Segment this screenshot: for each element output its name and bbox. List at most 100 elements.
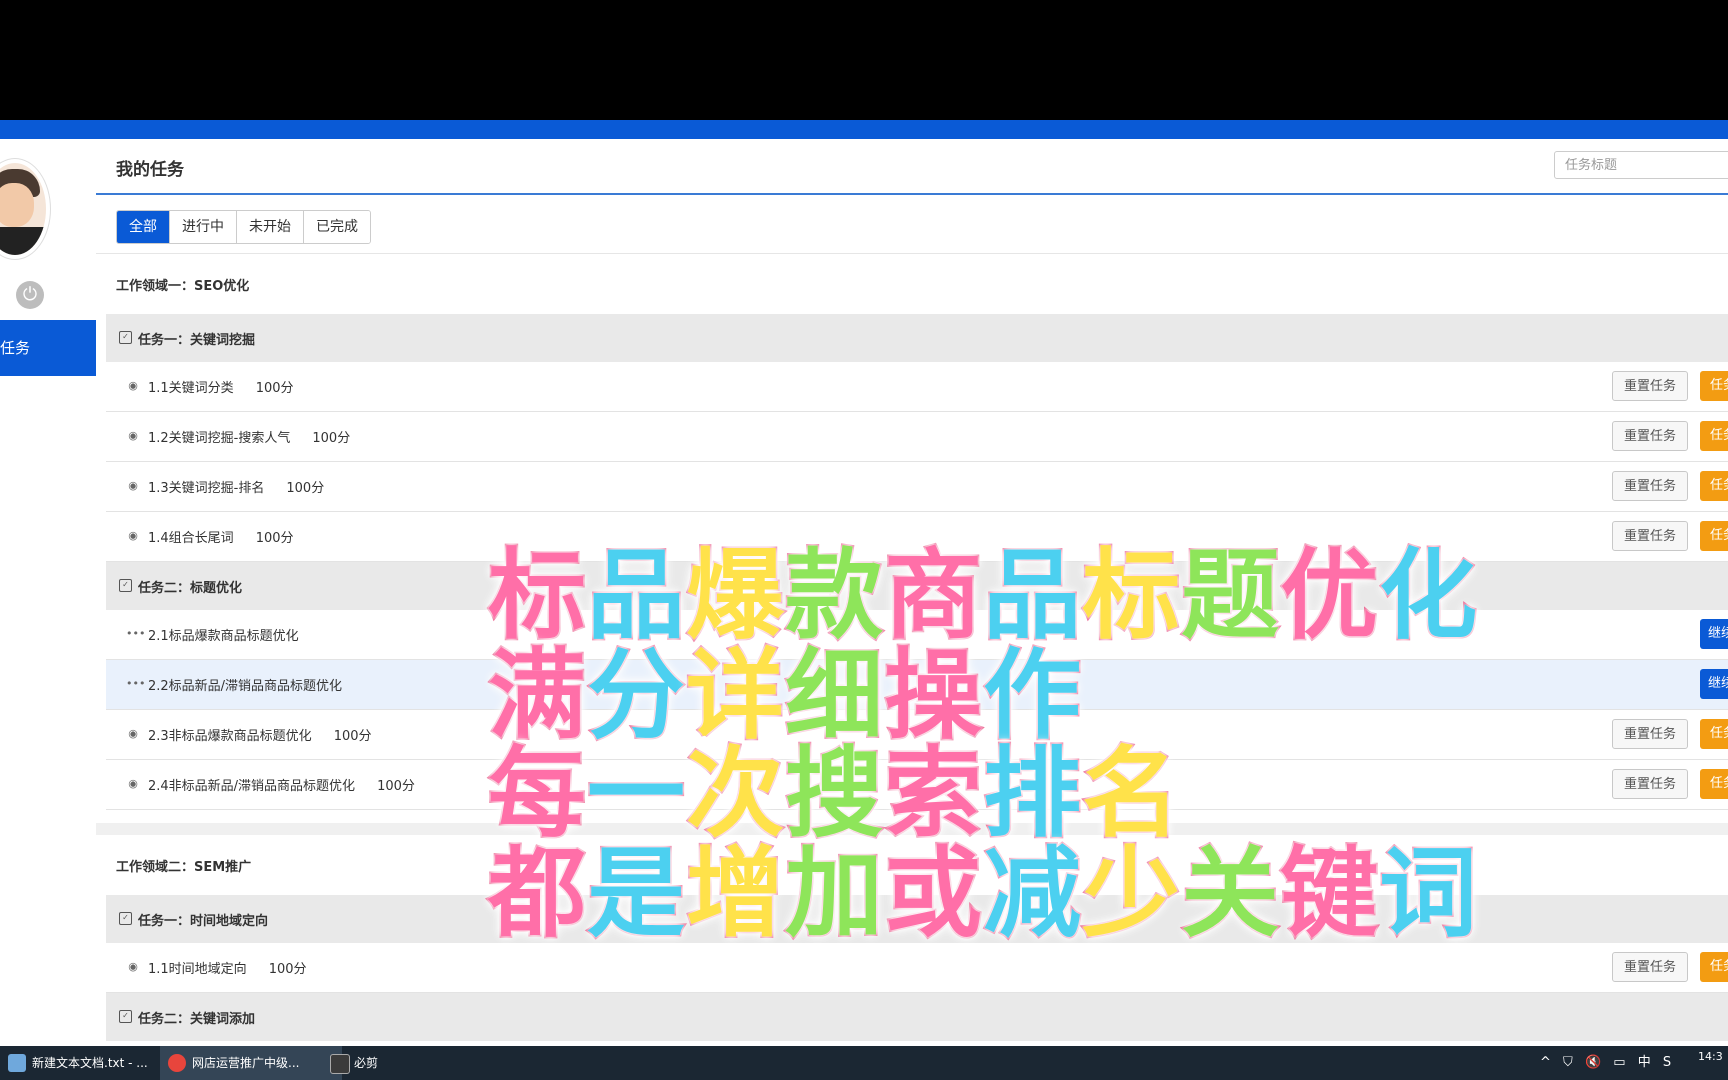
task-title: 2.1标品爆款商品标题优化: [148, 629, 299, 644]
system-tray: ^ ⛉ 🔇 ▭ 中 S: [1540, 1046, 1679, 1080]
sidebar-item-tasks[interactable]: 任务: [0, 320, 96, 376]
task-score: 100分: [255, 381, 294, 396]
task-row[interactable]: ◉ 1.4组合长尾词100分 重置任务 任务: [106, 512, 1728, 562]
page-title: 我的任务: [116, 160, 184, 180]
task-title: 2.2标品新品/滞销品商品标题优化: [148, 679, 343, 694]
reset-task-button[interactable]: 重置任务: [1612, 952, 1688, 982]
task-group-label: 任务二：关键词添加: [138, 1012, 256, 1027]
bijian-icon: [330, 1054, 350, 1074]
video-letterbox-top: [0, 0, 1728, 120]
task-group[interactable]: ✓ 任务二：关键词添加: [106, 993, 1728, 1041]
shield-icon[interactable]: ⛉: [1563, 1055, 1573, 1070]
task-row[interactable]: ◉ 2.3非标品爆款商品标题优化100分 重置任务 任务: [106, 710, 1728, 760]
task-action-button[interactable]: 任务: [1700, 769, 1728, 799]
task-title: 2.3非标品爆款商品标题优化 100分: [148, 729, 372, 744]
task-row[interactable]: ••• 2.2标品新品/滞销品商品标题优化 继续: [106, 660, 1728, 710]
chrome-icon: [168, 1054, 186, 1072]
eye-icon: ◉: [128, 529, 138, 542]
task-group-label: 任务二：标题优化: [138, 581, 243, 596]
network-icon[interactable]: ▭: [1613, 1055, 1625, 1070]
task-score: 100分: [333, 729, 372, 744]
task-title: 1.1关键词分类 100分: [148, 381, 294, 396]
tray-expand-icon[interactable]: ^: [1540, 1055, 1551, 1070]
divider: [96, 253, 1728, 254]
input-method-indicator[interactable]: 中: [1638, 1055, 1651, 1070]
sidebar-item-label: 任务: [0, 339, 31, 357]
task-group[interactable]: ✓ 任务二：标题优化: [106, 562, 1728, 610]
task-score: 100分: [377, 779, 415, 794]
task-score: 100分: [268, 962, 307, 977]
task-title: 1.1时间地域定向 100分: [148, 962, 307, 977]
search-input[interactable]: 任务标题: [1554, 151, 1728, 179]
reset-task-button[interactable]: 重置任务: [1612, 421, 1688, 451]
more-dots-icon: •••: [126, 627, 146, 640]
tab-not-started[interactable]: 未开始: [237, 211, 304, 243]
eye-icon: ◉: [128, 479, 138, 492]
task-title: 2.4非标品新品/滞销品商品标题优化 100分: [148, 779, 415, 794]
task-group[interactable]: ✓ 任务一：关键词挖掘: [106, 314, 1728, 362]
calendar-check-icon: ✓: [119, 1010, 132, 1023]
task-action-button[interactable]: 任务: [1700, 471, 1728, 501]
sidebar: ⏻ 任务: [0, 139, 97, 1046]
reset-task-button[interactable]: 重置任务: [1612, 769, 1688, 799]
reset-task-button[interactable]: 重置任务: [1612, 719, 1688, 749]
taskbar-item-notepad[interactable]: 新建文本文档.txt - ...: [0, 1046, 182, 1080]
task-row[interactable]: ◉ 2.4非标品新品/滞销品商品标题优化100分 重置任务 任务: [106, 760, 1728, 810]
eye-icon: ◉: [128, 429, 138, 442]
eye-icon: ◉: [128, 777, 138, 790]
page-header: 我的任务 任务标题: [96, 139, 1728, 195]
reset-task-button[interactable]: 重置任务: [1612, 521, 1688, 551]
eye-icon: ◉: [128, 727, 138, 740]
avatar-suit: [0, 227, 46, 255]
continue-button[interactable]: 继续: [1700, 669, 1728, 699]
tab-in-progress[interactable]: 进行中: [170, 211, 237, 243]
more-dots-icon: •••: [126, 677, 146, 690]
task-score: 100分: [255, 531, 294, 546]
task-row[interactable]: ••• 2.1标品爆款商品标题优化 继续: [106, 610, 1728, 660]
task-row[interactable]: ◉ 1.1时间地域定向100分 重置任务 任务: [106, 943, 1728, 993]
task-group-label: 任务一：时间地域定向: [138, 914, 269, 929]
task-action-button[interactable]: 任务: [1700, 521, 1728, 551]
task-action-button[interactable]: 任务: [1700, 371, 1728, 401]
reset-task-button[interactable]: 重置任务: [1612, 371, 1688, 401]
avatar[interactable]: [0, 159, 50, 259]
domain-title: 工作领域二：SEM推广: [116, 860, 252, 875]
reset-task-button[interactable]: 重置任务: [1612, 471, 1688, 501]
eye-icon: ◉: [128, 960, 138, 973]
clock[interactable]: 14:3: [1698, 1050, 1723, 1063]
tab-all[interactable]: 全部: [117, 211, 170, 243]
calendar-check-icon: ✓: [119, 331, 132, 344]
app-top-bar: [0, 120, 1728, 139]
calendar-check-icon: ✓: [119, 912, 132, 925]
avatar-face: [0, 183, 34, 227]
task-title: 1.2关键词挖掘-搜索人气 100分: [148, 431, 351, 446]
task-score: 100分: [312, 431, 351, 446]
power-icon[interactable]: ⏻: [16, 281, 44, 309]
calendar-check-icon: ✓: [119, 579, 132, 592]
continue-button[interactable]: 继续: [1700, 619, 1728, 649]
task-title: 1.3关键词挖掘-排名 100分: [148, 481, 325, 496]
app-window: ⏻ 任务 我的任务 任务标题 全部 进行中 未开始 已完成 工作领域一：SEO优…: [0, 139, 1728, 1046]
task-action-button[interactable]: 任务: [1700, 421, 1728, 451]
taskbar-item-chrome[interactable]: 网店运营推广中级...: [160, 1046, 342, 1080]
filter-tabs: 全部 进行中 未开始 已完成: [116, 210, 371, 244]
task-row[interactable]: ◉ 1.1关键词分类100分 重置任务 任务: [106, 362, 1728, 412]
task-row[interactable]: ◉ 1.3关键词挖掘-排名100分 重置任务 任务: [106, 462, 1728, 512]
volume-muted-icon[interactable]: 🔇: [1585, 1055, 1601, 1070]
task-action-button[interactable]: 任务: [1700, 952, 1728, 982]
task-group[interactable]: ✓ 任务一：时间地域定向: [106, 895, 1728, 943]
tab-completed[interactable]: 已完成: [304, 211, 370, 243]
task-group-label: 任务一：关键词挖掘: [138, 333, 256, 348]
eye-icon: ◉: [128, 379, 138, 392]
section-gap: [96, 823, 1728, 835]
sogou-icon[interactable]: S: [1663, 1055, 1671, 1070]
notepad-icon: [8, 1054, 26, 1072]
windows-taskbar: 新建文本文档.txt - ... 网店运营推广中级... 必剪 ^ ⛉ 🔇 ▭ …: [0, 1046, 1728, 1080]
main-panel: 我的任务 任务标题 全部 进行中 未开始 已完成 工作领域一：SEO优化 ✓ 任…: [96, 139, 1728, 1046]
task-title: 1.4组合长尾词 100分: [148, 531, 294, 546]
task-score: 100分: [286, 481, 325, 496]
taskbar-item-bijian[interactable]: 必剪: [322, 1046, 434, 1080]
task-row[interactable]: ◉ 1.2关键词挖掘-搜索人气100分 重置任务 任务: [106, 412, 1728, 462]
domain-title: 工作领域一：SEO优化: [116, 279, 250, 294]
task-action-button[interactable]: 任务: [1700, 719, 1728, 749]
